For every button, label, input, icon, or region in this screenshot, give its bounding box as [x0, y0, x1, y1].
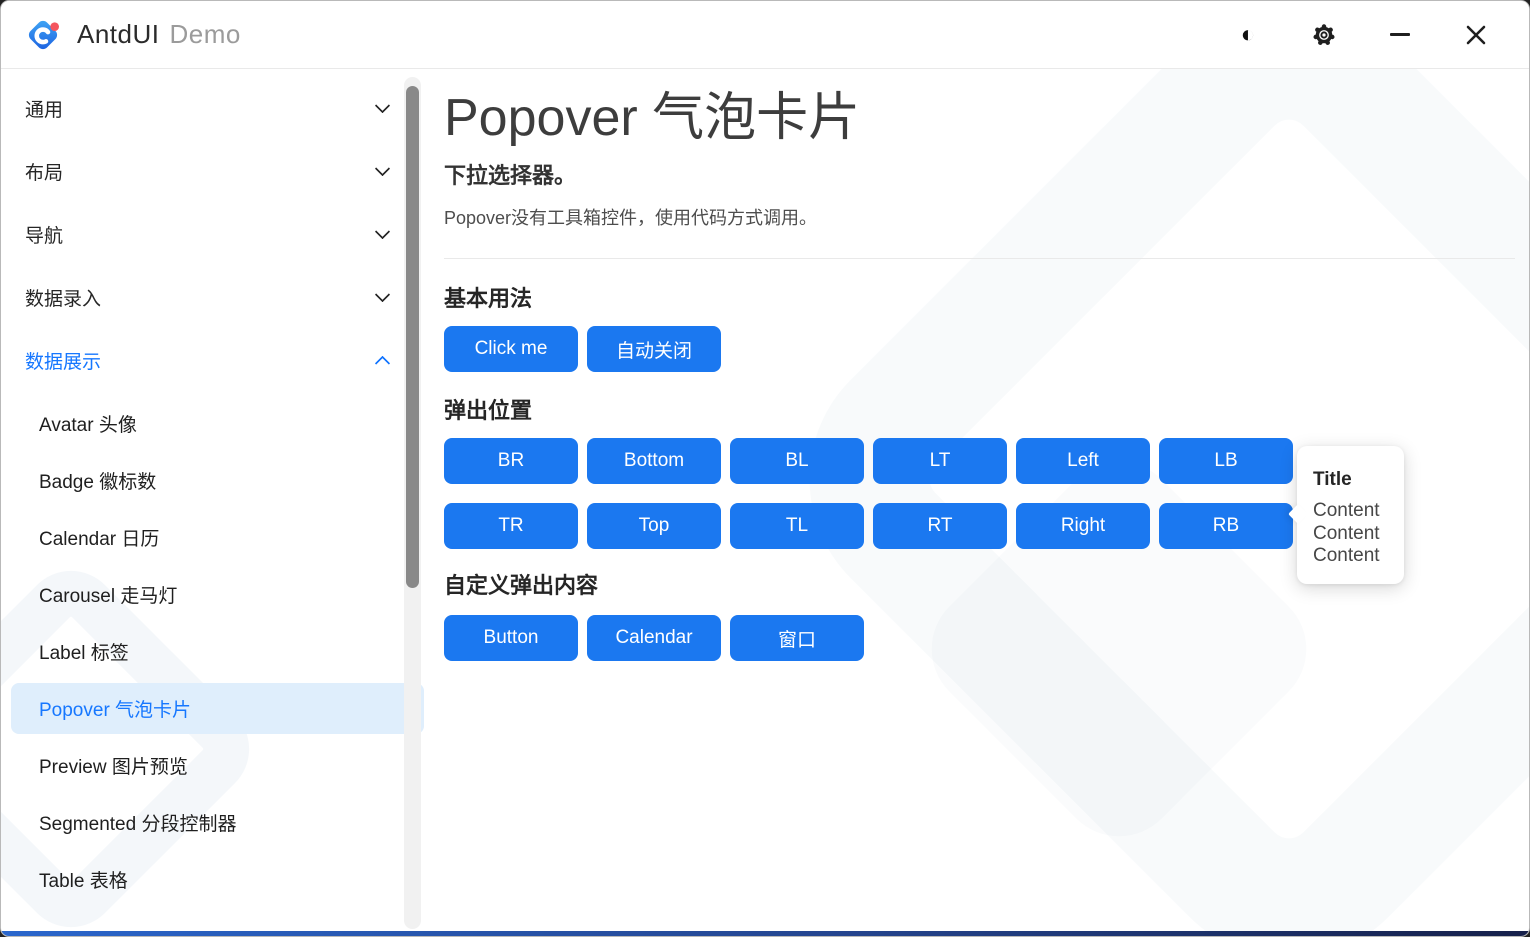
app-title-secondary: Demo [170, 19, 241, 49]
sidebar-item-badge[interactable]: Badge 徽标数 [11, 455, 424, 506]
position-left-button[interactable]: Left [1016, 438, 1150, 484]
sidebar-item-avatar[interactable]: Avatar 头像 [11, 398, 424, 449]
app-title-primary: AntdUI [77, 19, 160, 49]
custom-calendar-button[interactable]: Calendar [587, 615, 721, 661]
sidebar-item-popover[interactable]: Popover 气泡卡片 [11, 683, 424, 734]
theme-toggle-icon[interactable]: ◐ [1233, 20, 1263, 50]
sidebar-group-navigation[interactable]: 导航 [1, 203, 426, 266]
position-right-button[interactable]: Right [1016, 503, 1150, 549]
sidebar-item-carousel[interactable]: Carousel 走马灯 [11, 569, 424, 620]
custom-button-button[interactable]: Button [444, 615, 578, 661]
antdui-logo-icon [23, 15, 63, 55]
sidebar-group-data-entry[interactable]: 数据录入 [1, 266, 426, 329]
window-bottom-border [1, 931, 1529, 936]
chevron-down-icon [375, 161, 391, 177]
sidebar-item-preview[interactable]: Preview 图片预览 [11, 740, 424, 791]
titlebar: AntdUI Demo ◐ [1, 1, 1529, 69]
app-title: AntdUI Demo [77, 19, 241, 50]
custom-window-button[interactable]: 窗口 [730, 615, 864, 661]
chevron-down-icon [375, 224, 391, 240]
popover-title: Title [1313, 469, 1404, 491]
chevron-down-icon [375, 98, 391, 114]
page-title: Popover 气泡卡片 [444, 87, 1515, 150]
position-tl-button[interactable]: TL [730, 503, 864, 549]
position-bl-button[interactable]: BL [730, 438, 864, 484]
sidebar-item-table[interactable]: Table 表格 [11, 854, 424, 905]
sidebar-group-data-display[interactable]: 数据展示 [1, 329, 426, 392]
sidebar-item-calendar[interactable]: Calendar 日历 [11, 512, 424, 563]
position-lt-button[interactable]: LT [873, 438, 1007, 484]
click-me-button[interactable]: Click me [444, 326, 578, 372]
sidebar-group-layout[interactable]: 布局 [1, 140, 426, 203]
position-rb-button[interactable]: RB [1159, 503, 1293, 549]
position-rt-button[interactable]: RT [873, 503, 1007, 549]
position-lb-button[interactable]: LB [1159, 438, 1293, 484]
page-subtitle: 下拉选择器。 [444, 158, 1515, 190]
settings-gear-icon[interactable] [1309, 20, 1339, 50]
position-top-button[interactable]: Top [587, 503, 721, 549]
position-br-button[interactable]: BR [444, 438, 578, 484]
popover-content: Content Content Content [1313, 500, 1404, 568]
sidebar-scrollbar-thumb[interactable] [406, 86, 419, 588]
window-controls: ◐ [1233, 20, 1507, 50]
popover-content-line: Content [1313, 523, 1404, 546]
section-heading-popup-position: 弹出位置 [444, 393, 1515, 425]
app-window: AntdUI Demo ◐ [0, 0, 1530, 937]
sidebar-group-general[interactable]: 通用 [1, 77, 426, 140]
sidebar-item-segmented[interactable]: Segmented 分段控制器 [11, 797, 424, 848]
custom-content-buttons: Button Calendar 窗口 [444, 615, 1515, 661]
basic-usage-buttons: Click me 自动关闭 [444, 326, 1515, 372]
popover-content-line: Content [1313, 545, 1404, 568]
popover-card: Title Content Content Content [1297, 446, 1404, 584]
page-description: Popover没有工具箱控件，使用代码方式调用。 [444, 204, 1515, 230]
position-bottom-button[interactable]: Bottom [587, 438, 721, 484]
chevron-down-icon [375, 287, 391, 303]
chevron-up-icon [375, 356, 391, 372]
sidebar-item-label[interactable]: Label 标签 [11, 626, 424, 677]
sidebar: 通用 布局 导航 数据录入 数据展示 Avatar 头像 [1, 69, 426, 937]
position-tr-button[interactable]: TR [444, 503, 578, 549]
auto-close-button[interactable]: 自动关闭 [587, 326, 721, 372]
divider [444, 258, 1515, 259]
section-heading-basic-usage: 基本用法 [444, 281, 1515, 313]
close-icon[interactable] [1461, 20, 1491, 50]
minimize-icon[interactable] [1385, 20, 1415, 50]
popover-content-line: Content [1313, 500, 1404, 523]
